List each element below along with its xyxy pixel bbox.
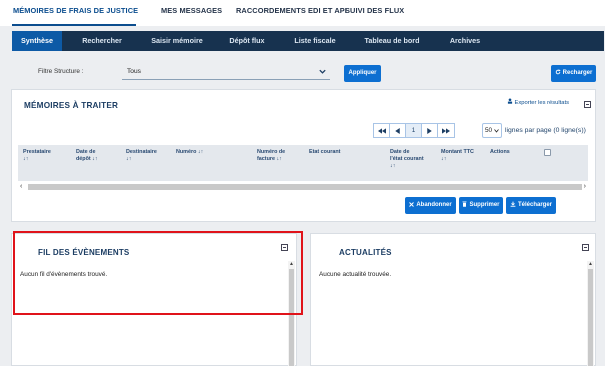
sort-icon: ↓↑ bbox=[23, 156, 29, 162]
delete-button[interactable]: Supprimer bbox=[459, 197, 503, 214]
trash-icon bbox=[462, 201, 467, 208]
news-empty-message: Aucune actualité trouvée. bbox=[319, 271, 392, 278]
apply-button[interactable]: Appliquer bbox=[344, 65, 381, 82]
column-date-etat-courant[interactable]: Date de l'état courant ↓↑ bbox=[390, 149, 424, 170]
reload-button[interactable]: Recharger bbox=[551, 65, 596, 82]
abandon-button[interactable]: Abandonner bbox=[405, 197, 456, 214]
download-button[interactable]: Télécharger bbox=[506, 197, 556, 214]
column-date-depot-label-1: Date de bbox=[76, 149, 96, 155]
column-numero-facture-label-2: facture bbox=[257, 156, 275, 162]
select-all-checkbox[interactable] bbox=[544, 149, 551, 156]
news-panel: Actualités Aucune actualité trouvée. ▲ bbox=[310, 233, 596, 366]
close-icon bbox=[409, 202, 415, 207]
column-numero-facture[interactable]: Numéro de facture ↓↑ bbox=[257, 149, 285, 163]
sort-icon: ↓↑ bbox=[276, 156, 282, 162]
reload-button-label: Recharger bbox=[562, 70, 593, 76]
column-prestataire[interactable]: Prestataire ↓↑ bbox=[23, 149, 51, 163]
column-numero-facture-label-1: Numéro de bbox=[257, 149, 286, 155]
column-numero-label: Numéro bbox=[176, 149, 197, 155]
column-destinataire-label: Destinataire bbox=[126, 149, 157, 155]
double-chevron-left-icon bbox=[377, 127, 386, 134]
top-tab-memoires[interactable]: MÉMOIRES DE FRAIS DE JUSTICE bbox=[13, 6, 138, 15]
column-prestataire-label: Prestataire bbox=[23, 149, 51, 155]
tab-saisir-memoire[interactable]: Saisir mémoire bbox=[142, 31, 212, 51]
current-page-number[interactable]: 1 bbox=[406, 124, 422, 137]
refresh-icon bbox=[555, 69, 561, 75]
highlight-box bbox=[13, 231, 303, 315]
sort-icon: ↓↑ bbox=[390, 163, 396, 169]
filter-structure-select[interactable]: Tous bbox=[122, 65, 330, 80]
column-date-etat-label-2: l'état courant bbox=[390, 156, 424, 162]
page-size-select[interactable]: 50 bbox=[482, 123, 502, 138]
column-etat-courant[interactable]: Etat courant bbox=[309, 149, 340, 156]
scroll-up-icon[interactable]: ▲ bbox=[587, 261, 594, 267]
abandon-button-label: Abandonner bbox=[416, 202, 452, 208]
sort-icon: ↓↑ bbox=[197, 149, 204, 155]
filter-structure-label: Filtre Structure : bbox=[38, 68, 84, 75]
sort-icon: ↓↑ bbox=[441, 156, 447, 162]
top-tab-raccordements[interactable]: RACCORDEMENTS EDI ET API bbox=[236, 6, 347, 15]
delete-button-label: Supprimer bbox=[469, 202, 500, 208]
active-tab-underline bbox=[12, 24, 136, 26]
memoires-panel-title: Mémoires à traiter bbox=[24, 101, 119, 110]
top-navigation: MÉMOIRES DE FRAIS DE JUSTICE MES MESSAGE… bbox=[0, 0, 605, 26]
main-navigation: Synthèse Rechercher Saisir mémoire Dépôt… bbox=[12, 31, 604, 51]
column-date-etat-label-1: Date de bbox=[390, 149, 410, 155]
previous-page-button[interactable] bbox=[390, 124, 406, 137]
download-icon bbox=[510, 202, 516, 208]
news-panel-title: Actualités bbox=[339, 248, 392, 257]
next-page-button[interactable] bbox=[422, 124, 438, 137]
column-destinataire[interactable]: Destinataire ↓↑ bbox=[126, 149, 157, 163]
column-montant-ttc-label: Montant TTC bbox=[441, 149, 474, 155]
apply-button-label: Appliquer bbox=[348, 70, 377, 76]
chevron-right-icon bbox=[427, 127, 432, 134]
double-chevron-right-icon bbox=[442, 127, 450, 134]
sort-icon: ↓↑ bbox=[92, 156, 98, 162]
sort-icon: ↓↑ bbox=[126, 156, 132, 162]
memoires-table-header: Prestataire ↓↑ Date de dépôt ↓↑ Destinat… bbox=[18, 145, 588, 181]
chevron-down-icon bbox=[319, 69, 326, 74]
chevron-left-icon bbox=[395, 127, 400, 134]
column-etat-courant-label: Etat courant bbox=[309, 149, 341, 155]
tab-rechercher[interactable]: Rechercher bbox=[72, 31, 132, 51]
last-page-button[interactable] bbox=[438, 124, 454, 137]
column-date-depot-label-2: dépôt bbox=[76, 156, 91, 162]
tab-depot-flux[interactable]: Dépôt flux bbox=[218, 31, 276, 51]
news-minimize-button[interactable] bbox=[582, 244, 589, 251]
table-horizontal-scrollbar[interactable]: ‹ › bbox=[18, 183, 588, 191]
pagination: 1 bbox=[373, 123, 455, 138]
top-tab-suivi-flux[interactable]: SUIVI DES FLUX bbox=[345, 6, 404, 15]
chevron-down-icon bbox=[494, 129, 499, 133]
first-page-button[interactable] bbox=[374, 124, 390, 137]
scrollbar-thumb[interactable] bbox=[28, 184, 582, 190]
scroll-right-icon[interactable]: › bbox=[584, 183, 586, 191]
export-results-link[interactable]: Exporter les résultats bbox=[507, 98, 569, 106]
column-date-depot[interactable]: Date de dépôt ↓↑ bbox=[76, 149, 98, 163]
page-size-label: lignes par page (0 ligne(s)) bbox=[505, 127, 586, 134]
export-results-label: Exporter les résultats bbox=[514, 100, 569, 106]
column-montant-ttc[interactable]: Montant TTC ↓↑ bbox=[441, 149, 474, 163]
column-actions: Actions bbox=[490, 149, 510, 156]
news-scrollbar-thumb[interactable] bbox=[588, 269, 593, 366]
memoires-minimize-button[interactable] bbox=[584, 101, 591, 108]
column-numero[interactable]: Numéro ↓↑ bbox=[176, 149, 203, 156]
user-export-icon bbox=[507, 98, 513, 104]
news-vertical-scrollbar[interactable]: ▲ bbox=[587, 261, 594, 366]
top-tab-messages[interactable]: MES MESSAGES bbox=[161, 6, 222, 15]
tab-synthese[interactable]: Synthèse bbox=[12, 31, 62, 51]
tab-tableau-de-bord[interactable]: Tableau de bord bbox=[354, 31, 430, 51]
tab-archives[interactable]: Archives bbox=[436, 31, 494, 51]
tab-liste-fiscale[interactable]: Liste fiscale bbox=[282, 31, 348, 51]
download-button-label: Télécharger bbox=[517, 202, 553, 208]
filter-structure-value: Tous bbox=[127, 68, 141, 75]
page-size-value: 50 bbox=[485, 127, 493, 134]
column-actions-label: Actions bbox=[490, 149, 510, 155]
scroll-left-icon[interactable]: ‹ bbox=[20, 183, 22, 191]
